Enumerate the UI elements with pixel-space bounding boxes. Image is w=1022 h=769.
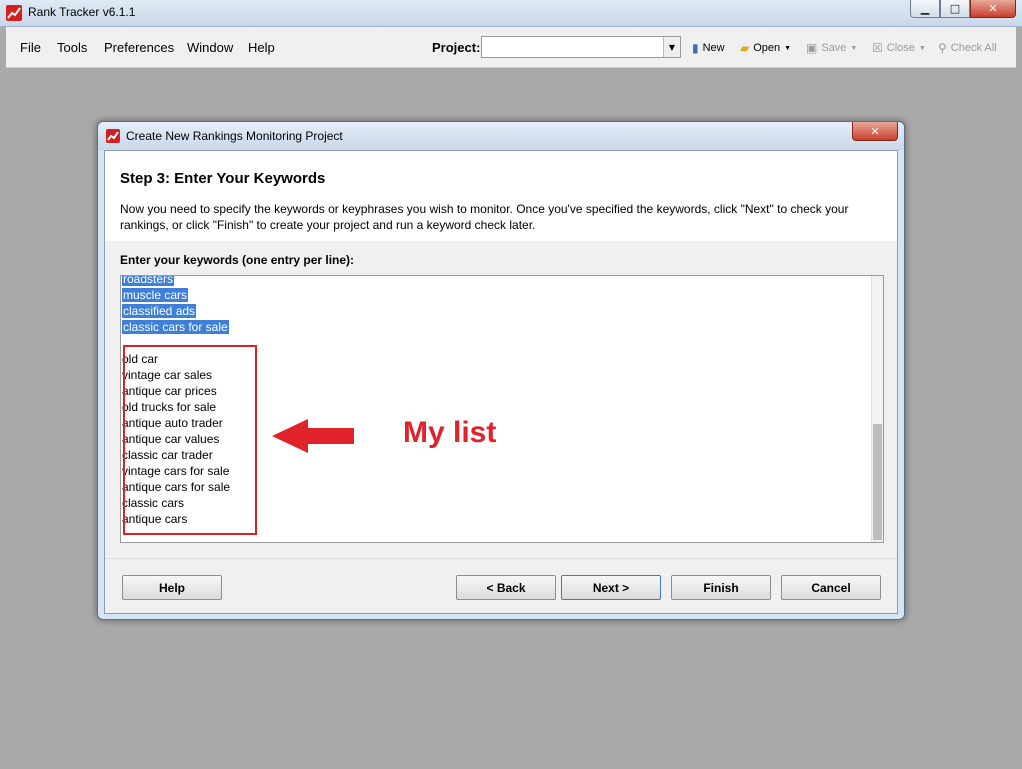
- close-project-button[interactable]: ☒ Close ▼: [872, 41, 926, 55]
- dialog-titlebar: Create New Rankings Monitoring Project ✕: [98, 122, 904, 150]
- maximize-button[interactable]: □: [940, 0, 970, 18]
- rank-tracker-logo-icon: [6, 5, 22, 21]
- window-controls: ▁ □ ✕: [910, 0, 1016, 18]
- minimize-button[interactable]: ▁: [910, 0, 940, 18]
- step-description: Now you need to specify the keywords or …: [120, 202, 849, 232]
- window-titlebar: Rank Tracker v6.1.1 ▁ □ ✕: [0, 0, 1022, 27]
- magnifier-icon: ⚲: [938, 41, 947, 55]
- step-title: Step 3: Enter Your Keywords: [120, 170, 326, 187]
- finish-button[interactable]: Finish: [671, 575, 771, 600]
- menubar: File Tools Preferences Window Help Proje…: [6, 27, 1016, 68]
- annotation-highlight-box: [123, 345, 257, 535]
- menu-preferences[interactable]: Preferences: [104, 40, 174, 55]
- menu-tools[interactable]: Tools: [57, 40, 87, 55]
- keywords-label: Enter your keywords (one entry per line)…: [120, 253, 355, 267]
- save-label: Save: [821, 42, 847, 54]
- keyword-line-selected: muscle cars: [122, 288, 189, 302]
- chevron-down-icon[interactable]: ▼: [919, 45, 926, 52]
- project-label: Project:: [432, 40, 481, 55]
- annotation-arrow-left-icon: [272, 417, 356, 458]
- close-window-button[interactable]: ✕: [970, 0, 1016, 18]
- save-button[interactable]: ▣ Save ▼: [806, 41, 857, 55]
- check-all-label: Check All: [950, 42, 997, 54]
- create-project-dialog: Create New Rankings Monitoring Project ✕…: [97, 121, 905, 620]
- dialog-title: Create New Rankings Monitoring Project: [126, 129, 343, 143]
- dialog-close-button[interactable]: ✕: [852, 122, 898, 141]
- open-label: Open: [753, 42, 781, 54]
- cancel-button[interactable]: Cancel: [781, 575, 881, 600]
- help-button[interactable]: Help: [122, 575, 222, 600]
- new-label: New: [702, 42, 725, 54]
- keyword-line-selected: classic cars for sale: [122, 320, 229, 334]
- menu-help[interactable]: Help: [248, 40, 275, 55]
- annotation-label: My list: [403, 416, 497, 449]
- keywords-scrollbar[interactable]: [871, 276, 883, 542]
- menu-window[interactable]: Window: [187, 40, 233, 55]
- menu-file[interactable]: File: [20, 40, 41, 55]
- next-button[interactable]: Next >: [561, 575, 661, 600]
- chevron-down-icon[interactable]: ▼: [784, 45, 791, 52]
- check-all-button[interactable]: ⚲ Check All: [938, 41, 997, 55]
- close-label: Close: [886, 42, 915, 54]
- scrollbar-thumb[interactable]: [873, 424, 882, 540]
- footer-divider: [105, 558, 897, 559]
- open-button[interactable]: ▰ Open ▼: [740, 41, 791, 55]
- new-button[interactable]: ▮ New: [692, 41, 725, 55]
- rank-tracker-logo-icon: [106, 129, 120, 143]
- floppy-disk-icon: ▣: [806, 41, 818, 55]
- folder-icon: ▰: [740, 41, 750, 55]
- chevron-down-icon[interactable]: ▼: [850, 45, 857, 52]
- back-button[interactable]: < Back: [456, 575, 556, 600]
- dialog-body: Step 3: Enter Your Keywords Now you need…: [104, 150, 898, 614]
- keyword-line-selected: roadsters: [121, 276, 230, 287]
- chevron-down-icon[interactable]: ▼: [663, 37, 680, 57]
- keyword-line-selected: classified ads: [122, 304, 197, 318]
- document-icon: ▮: [692, 41, 699, 55]
- window-title: Rank Tracker v6.1.1: [28, 5, 136, 19]
- close-icon: ☒: [872, 41, 883, 55]
- step-header: Step 3: Enter Your Keywords Now you need…: [105, 151, 897, 241]
- project-select[interactable]: ▼: [481, 36, 681, 58]
